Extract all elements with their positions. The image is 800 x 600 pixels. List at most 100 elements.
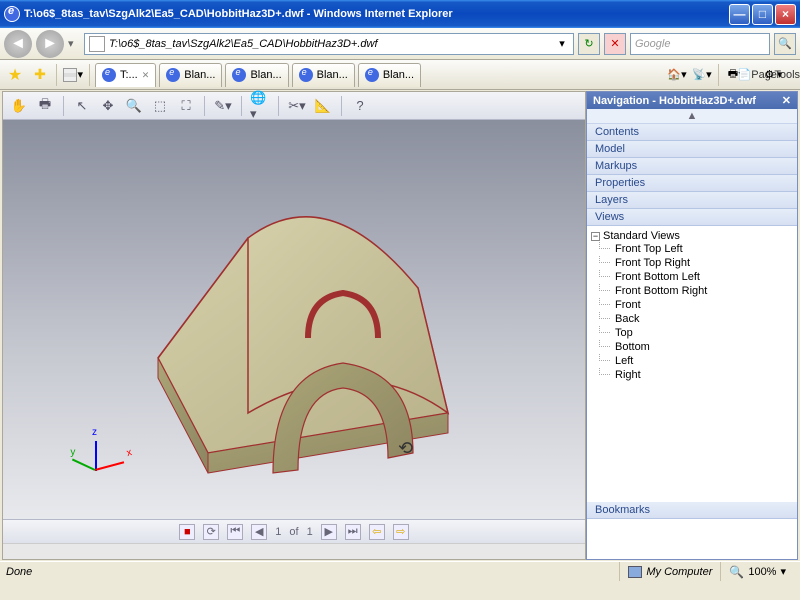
- ie-icon: [102, 68, 116, 82]
- grid-icon: [63, 68, 77, 82]
- add-favorite-button[interactable]: ✚: [29, 64, 51, 86]
- section-layers[interactable]: Layers: [587, 192, 797, 209]
- zoom-level: 100%: [748, 566, 776, 578]
- quick-tabs-button[interactable]: ▾: [62, 64, 84, 86]
- search-input[interactable]: Google: [630, 33, 770, 55]
- tree-root[interactable]: − Standard Views: [591, 230, 793, 242]
- nav-history-dropdown[interactable]: ▾: [68, 37, 80, 50]
- panel-titlebar: Navigation - HobbitHaz3D+.dwf ✕: [587, 92, 797, 109]
- tree-collapse-icon[interactable]: −: [591, 232, 600, 241]
- separator: [278, 96, 279, 116]
- view-item[interactable]: Right: [591, 368, 793, 382]
- tabs-toolbar: ★ ✚ ▾ T:...✕ Blan... Blan... Blan... Bla…: [0, 60, 800, 90]
- navigation-panel: Navigation - HobbitHaz3D+.dwf ✕ ▲ Conten…: [586, 91, 798, 560]
- view-item[interactable]: Bottom: [591, 340, 793, 354]
- zoom-control[interactable]: 🔍 100%▾: [720, 562, 794, 581]
- x-axis-icon: [95, 461, 124, 471]
- close-button[interactable]: ×: [775, 4, 796, 25]
- refresh-page-button[interactable]: ⟳: [203, 524, 219, 540]
- section-bookmarks[interactable]: Bookmarks: [587, 502, 797, 519]
- pan-tool-button[interactable]: ✥: [98, 96, 118, 116]
- fit-button[interactable]: ⛶: [176, 96, 196, 116]
- favorites-button[interactable]: ★: [4, 64, 26, 86]
- next-page-button[interactable]: ▶: [321, 524, 337, 540]
- measure-button[interactable]: 📐: [313, 96, 333, 116]
- search-placeholder: Google: [635, 38, 670, 50]
- address-bar[interactable]: T:\o6$_8tas_tav\SzgAlk2\Ea5_CAD\HobbitHa…: [84, 33, 574, 55]
- page-of-label: of: [289, 526, 298, 538]
- view-item[interactable]: Front: [591, 298, 793, 312]
- separator: [718, 64, 719, 86]
- model-render: [98, 138, 498, 519]
- separator: [89, 64, 90, 86]
- 3d-canvas[interactable]: ⟲: [3, 120, 585, 519]
- view-item[interactable]: Front Top Left: [591, 242, 793, 256]
- panel-close-icon[interactable]: ✕: [782, 94, 791, 107]
- ie-icon: [299, 68, 313, 82]
- axis-triad: [83, 429, 133, 479]
- section-contents[interactable]: Contents: [587, 124, 797, 141]
- tools-menu[interactable]: ⚙Tools▾: [774, 64, 796, 86]
- feeds-button[interactable]: 📡▾: [691, 64, 713, 86]
- status-text: Done: [6, 566, 619, 578]
- help-button[interactable]: ?: [350, 96, 370, 116]
- section-properties[interactable]: Properties: [587, 175, 797, 192]
- first-page-button[interactable]: ⏮: [227, 524, 243, 540]
- back-button[interactable]: ◄: [4, 30, 32, 58]
- maximize-button[interactable]: □: [752, 4, 773, 25]
- select-button[interactable]: ↖: [72, 96, 92, 116]
- plus-icon: ✚: [34, 66, 46, 83]
- nav-fwd-button[interactable]: ⇨: [393, 524, 409, 540]
- orbit-cursor-icon: ⟲: [398, 438, 413, 459]
- view-item[interactable]: Left: [591, 354, 793, 368]
- zoom-window-button[interactable]: ⬚: [150, 96, 170, 116]
- page-icon: [89, 36, 105, 52]
- separator: [204, 96, 205, 116]
- pan-button[interactable]: ✋: [9, 96, 29, 116]
- nav-back-button[interactable]: ⇦: [369, 524, 385, 540]
- minimize-button[interactable]: —: [729, 4, 750, 25]
- section-markups[interactable]: Markups: [587, 158, 797, 175]
- views-tree: − Standard Views Front Top Left Front To…: [587, 226, 797, 386]
- stop-page-button[interactable]: ■: [179, 524, 195, 540]
- star-icon: ★: [8, 65, 22, 85]
- stop-button[interactable]: ✕: [604, 33, 626, 55]
- pager-toolbar: ■ ⟳ ⏮ ◀ 1 of 1 ▶ ⏭ ⇦ ⇨: [3, 519, 585, 543]
- horizontal-scrollbar[interactable]: [3, 543, 585, 559]
- tab-close-icon[interactable]: ✕: [142, 70, 150, 81]
- section-views[interactable]: Views: [587, 209, 797, 226]
- status-bar: Done My Computer 🔍 100%▾: [0, 561, 800, 581]
- view-item[interactable]: Front Top Right: [591, 256, 793, 270]
- computer-icon: [628, 566, 642, 578]
- z-axis-icon: [95, 441, 97, 471]
- separator: [241, 96, 242, 116]
- print-button[interactable]: 🖶: [35, 96, 55, 116]
- view-item[interactable]: Top: [591, 326, 793, 340]
- orbit-button[interactable]: 🌐▾: [250, 96, 270, 116]
- section-button[interactable]: ✂▾: [287, 96, 307, 116]
- prev-page-button[interactable]: ◀: [251, 524, 267, 540]
- panel-collapse-button[interactable]: ▲: [587, 109, 797, 124]
- panel-fill: [587, 386, 797, 502]
- nav-toolbar: ◄ ► ▾ T:\o6$_8tas_tav\SzgAlk2\Ea5_CAD\Ho…: [0, 28, 800, 60]
- zoom-button[interactable]: 🔍: [124, 96, 144, 116]
- tab-item[interactable]: Blan...: [358, 63, 421, 87]
- tab-item[interactable]: Blan...: [225, 63, 288, 87]
- tab-current[interactable]: T:...✕: [95, 63, 156, 87]
- search-button[interactable]: 🔍: [774, 33, 796, 55]
- view-item[interactable]: Front Bottom Right: [591, 284, 793, 298]
- markup-button[interactable]: ✎▾: [213, 96, 233, 116]
- refresh-button[interactable]: ↻: [578, 33, 600, 55]
- last-page-button[interactable]: ⏭: [345, 524, 361, 540]
- security-zone[interactable]: My Computer: [619, 562, 720, 581]
- window-title: T:\o6$_8tas_tav\SzgAlk2\Ea5_CAD\HobbitHa…: [24, 8, 729, 20]
- view-item[interactable]: Front Bottom Left: [591, 270, 793, 284]
- tab-item[interactable]: Blan...: [159, 63, 222, 87]
- viewer-toolbar: ✋ 🖶 ↖ ✥ 🔍 ⬚ ⛶ ✎▾ 🌐▾ ✂▾ 📐 ?: [3, 92, 585, 120]
- address-dropdown-icon[interactable]: ▾: [555, 37, 569, 50]
- home-button[interactable]: 🏠▾: [666, 64, 688, 86]
- section-model[interactable]: Model: [587, 141, 797, 158]
- view-item[interactable]: Back: [591, 312, 793, 326]
- tab-item[interactable]: Blan...: [292, 63, 355, 87]
- forward-button[interactable]: ►: [36, 30, 64, 58]
